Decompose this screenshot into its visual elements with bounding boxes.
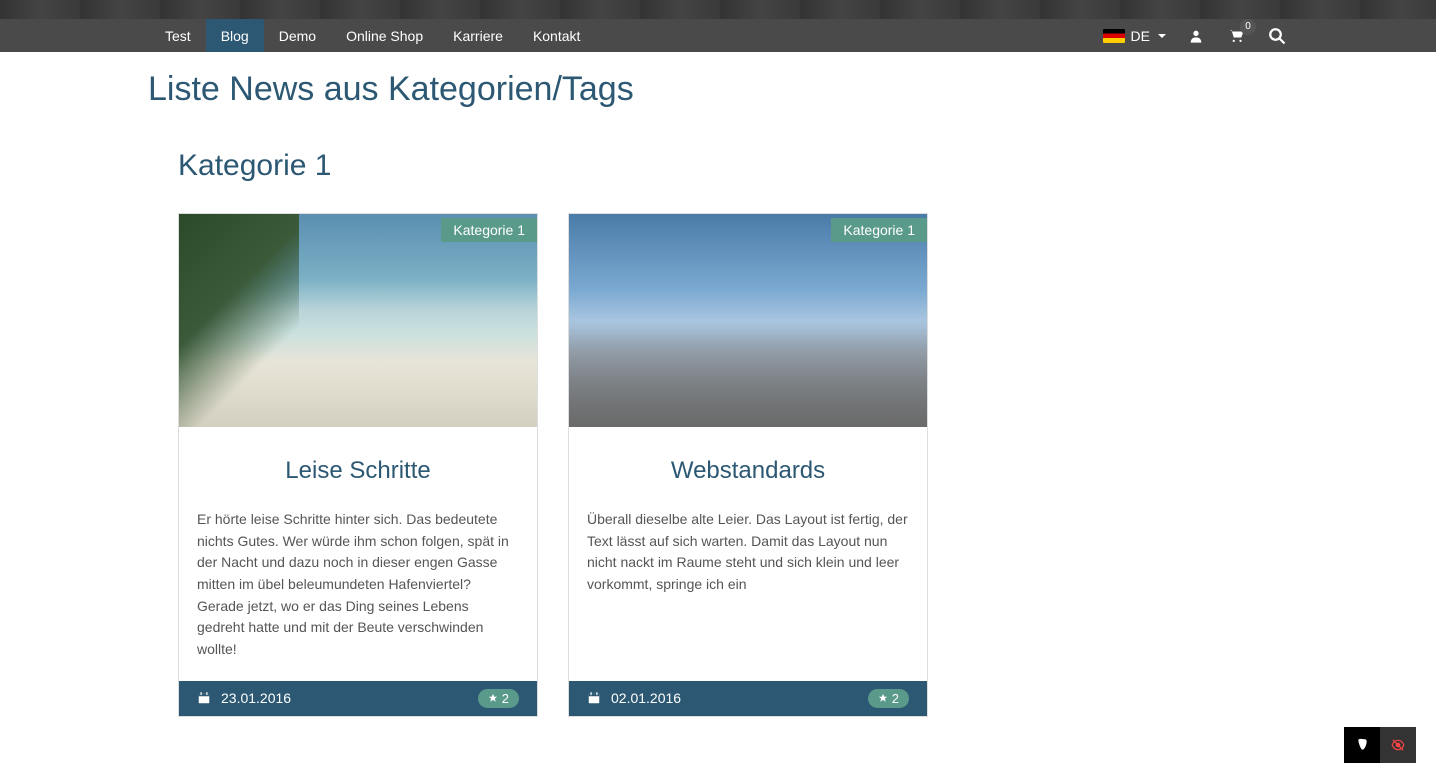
nav-item-blog[interactable]: Blog [206, 19, 264, 52]
star-icon [878, 693, 888, 703]
card-title[interactable]: Leise Schritte [197, 457, 519, 485]
star-count: 2 [502, 691, 509, 706]
admin-panel [1344, 727, 1416, 763]
card-image: Kategorie 1 [179, 214, 537, 427]
user-icon [1188, 28, 1204, 44]
star-count: 2 [892, 691, 899, 706]
star-icon [488, 693, 498, 703]
shopping-cart-button[interactable]: 0 [1226, 27, 1246, 45]
nav-item-online-shop[interactable]: Online Shop [331, 19, 438, 52]
flag-de-icon [1103, 29, 1125, 43]
typo3-admin-button[interactable] [1344, 727, 1380, 763]
card-date: 23.01.2016 [197, 690, 291, 706]
card-date-text: 02.01.2016 [611, 690, 681, 706]
card-excerpt: Überall dieselbe alte Leier. Das Layout … [587, 509, 909, 596]
card-body: Webstandards Überall dieselbe alte Leier… [569, 427, 927, 681]
page-title: Liste News aus Kategorien/Tags [148, 70, 1288, 109]
news-card[interactable]: Kategorie 1 Leise Schritte Er hörte leis… [178, 213, 538, 717]
search-icon [1268, 27, 1286, 45]
card-image: Kategorie 1 [569, 214, 927, 427]
category-badge[interactable]: Kategorie 1 [441, 218, 537, 242]
typo3-icon [1355, 738, 1369, 752]
language-selector[interactable]: DE [1103, 28, 1166, 44]
cards-row: Kategorie 1 Leise Schritte Er hörte leis… [178, 213, 1288, 717]
card-date: 02.01.2016 [587, 690, 681, 706]
admin-hide-button[interactable] [1380, 727, 1416, 763]
eye-slash-icon [1389, 738, 1407, 752]
cart-count-badge: 0 [1240, 19, 1256, 35]
calendar-icon [197, 691, 211, 705]
news-card[interactable]: Kategorie 1 Webstandards Überall dieselb… [568, 213, 928, 717]
user-account-button[interactable] [1188, 28, 1204, 44]
card-excerpt: Er hörte leise Schritte hinter sich. Das… [197, 509, 519, 661]
nav-item-karriere[interactable]: Karriere [438, 19, 518, 52]
card-date-text: 23.01.2016 [221, 690, 291, 706]
language-label: DE [1131, 28, 1150, 44]
window-top-edge [0, 0, 1436, 19]
main-navbar: Test Blog Demo Online Shop Karriere Kont… [0, 19, 1436, 52]
nav-item-kontakt[interactable]: Kontakt [518, 19, 595, 52]
chevron-down-icon [1158, 34, 1166, 38]
category-heading: Kategorie 1 [178, 149, 1288, 183]
category-badge[interactable]: Kategorie 1 [831, 218, 927, 242]
card-footer: 02.01.2016 2 [569, 681, 927, 716]
star-rating-badge: 2 [868, 689, 909, 708]
card-body: Leise Schritte Er hörte leise Schritte h… [179, 427, 537, 681]
card-title[interactable]: Webstandards [587, 457, 909, 485]
star-rating-badge: 2 [478, 689, 519, 708]
search-button[interactable] [1268, 27, 1286, 45]
nav-item-test[interactable]: Test [150, 19, 206, 52]
card-footer: 23.01.2016 2 [179, 681, 537, 716]
main-container: Liste News aus Kategorien/Tags Kategorie… [133, 70, 1303, 717]
nav-right-group: DE 0 [1103, 19, 1286, 52]
nav-item-demo[interactable]: Demo [264, 19, 331, 52]
calendar-icon [587, 691, 601, 705]
